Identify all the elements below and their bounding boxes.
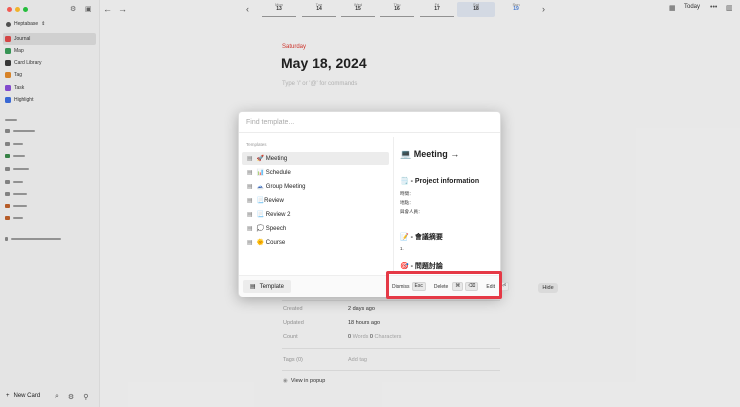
preview-heading: 🗒️ - Project information [400, 178, 480, 185]
template-item-schedule[interactable]: ▤ 📊 Schedule [242, 166, 389, 179]
preview-heading: 📝 - 會議摘要 [400, 234, 443, 241]
preview-line: 地點： [400, 200, 414, 205]
template-item-review[interactable]: ▤ 📃Review [242, 194, 389, 207]
preview-line: 與會人員： [400, 209, 423, 214]
document-icon: ▤ [247, 184, 253, 190]
template-label: 🚀 Meeting [256, 156, 288, 162]
template-label: 📃Review [256, 198, 284, 204]
document-icon: ▤ [247, 156, 253, 162]
document-icon: ▤ [247, 226, 253, 232]
template-label: 💭 Speech [256, 226, 287, 232]
template-label: 🗻 Group Meeting [256, 184, 306, 190]
template-button-label: Template [259, 283, 285, 290]
template-item-review-2[interactable]: ▤ 📃 Review 2 [242, 208, 389, 221]
document-icon: ▤ [247, 212, 253, 218]
template-item-meeting[interactable]: ▤ 🚀 Meeting [242, 152, 389, 165]
template-label: 📃 Review 2 [256, 212, 291, 218]
template-button[interactable]: ▤ Template [243, 280, 292, 293]
template-item-speech[interactable]: ▤ 💭 Speech [242, 222, 389, 235]
document-icon: ▤ [250, 284, 256, 290]
preview-line: 時間： [400, 191, 414, 196]
template-label: 📊 Schedule [256, 170, 291, 176]
templates-section-label: Templates [246, 142, 267, 147]
template-item-course[interactable]: ▤ 🌞 Course [242, 236, 389, 249]
template-picker-dialog: Find template... Templates ▤ 🚀 Meeting ▤… [238, 111, 510, 297]
template-item-group-meeting[interactable]: ▤ 🗻 Group Meeting [242, 180, 389, 193]
document-icon: ▤ [247, 240, 253, 246]
preview-heading: 🎯 - 問題討論 [400, 263, 443, 270]
document-icon: ▤ [247, 198, 253, 204]
template-label: 🌞 Course [256, 240, 286, 246]
preview-line: 1. [400, 246, 404, 251]
template-list: Templates ▤ 🚀 Meeting ▤ 📊 Schedule ▤ 🗻 G… [239, 134, 392, 274]
annotation-highlight-box [386, 271, 502, 299]
find-template-input[interactable]: Find template... [239, 112, 500, 133]
preview-title: 💻 Meeting → [400, 149, 460, 159]
template-preview: 💻 Meeting → 🗒️ - Project information 時間：… [393, 137, 497, 272]
document-icon: ▤ [247, 170, 253, 176]
